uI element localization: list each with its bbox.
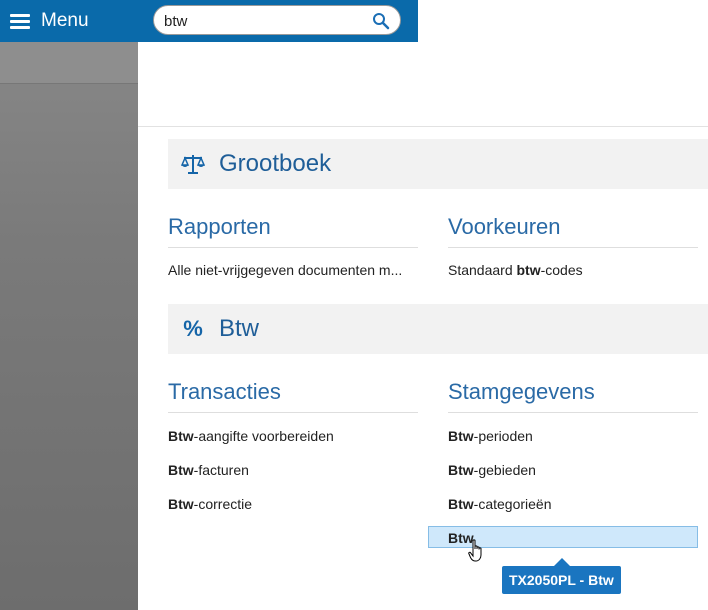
result-link[interactable]: Btw-facturen — [168, 462, 249, 478]
search-field[interactable] — [153, 5, 401, 35]
section-title: Grootboek — [219, 150, 332, 177]
column-title-transacties: Transacties — [168, 379, 418, 413]
dimmed-toolbar — [0, 42, 138, 84]
tooltip: TX2050PL - Btw — [502, 558, 621, 594]
search-icon[interactable] — [372, 12, 390, 30]
menu-button[interactable]: Menu — [10, 10, 89, 32]
section-header-btw: % Btw — [168, 304, 708, 354]
menu-label: Menu — [41, 10, 89, 31]
result-link[interactable]: Btw-categorieën — [448, 496, 552, 512]
search-input[interactable] — [162, 10, 371, 32]
dimmed-background — [0, 0, 138, 610]
percent-icon: % — [183, 316, 203, 341]
result-link[interactable]: Btw-correctie — [168, 496, 252, 512]
hand-cursor-icon — [468, 539, 482, 562]
search-results-panel: Grootboek Rapporten Voorkeuren Alle niet… — [138, 42, 708, 610]
scales-icon — [168, 153, 218, 175]
column-title-rapporten: Rapporten — [168, 214, 418, 248]
hamburger-icon — [10, 13, 30, 29]
result-link[interactable]: Btw-gebieden — [448, 462, 536, 478]
result-link[interactable]: Btw-aangifte voorbereiden — [168, 428, 334, 444]
section-title: Btw — [219, 315, 260, 342]
result-link[interactable]: Standaard btw-codes — [448, 262, 698, 278]
section-header-grootboek: Grootboek — [168, 139, 708, 189]
column-title-stamgegevens: Stamgegevens — [448, 379, 698, 413]
column-title-voorkeuren: Voorkeuren — [448, 214, 698, 248]
result-link[interactable]: Btw-perioden — [448, 428, 533, 444]
result-link[interactable]: Alle niet-vrijgegeven documenten m... — [168, 262, 418, 278]
panel-top-area — [138, 42, 708, 127]
